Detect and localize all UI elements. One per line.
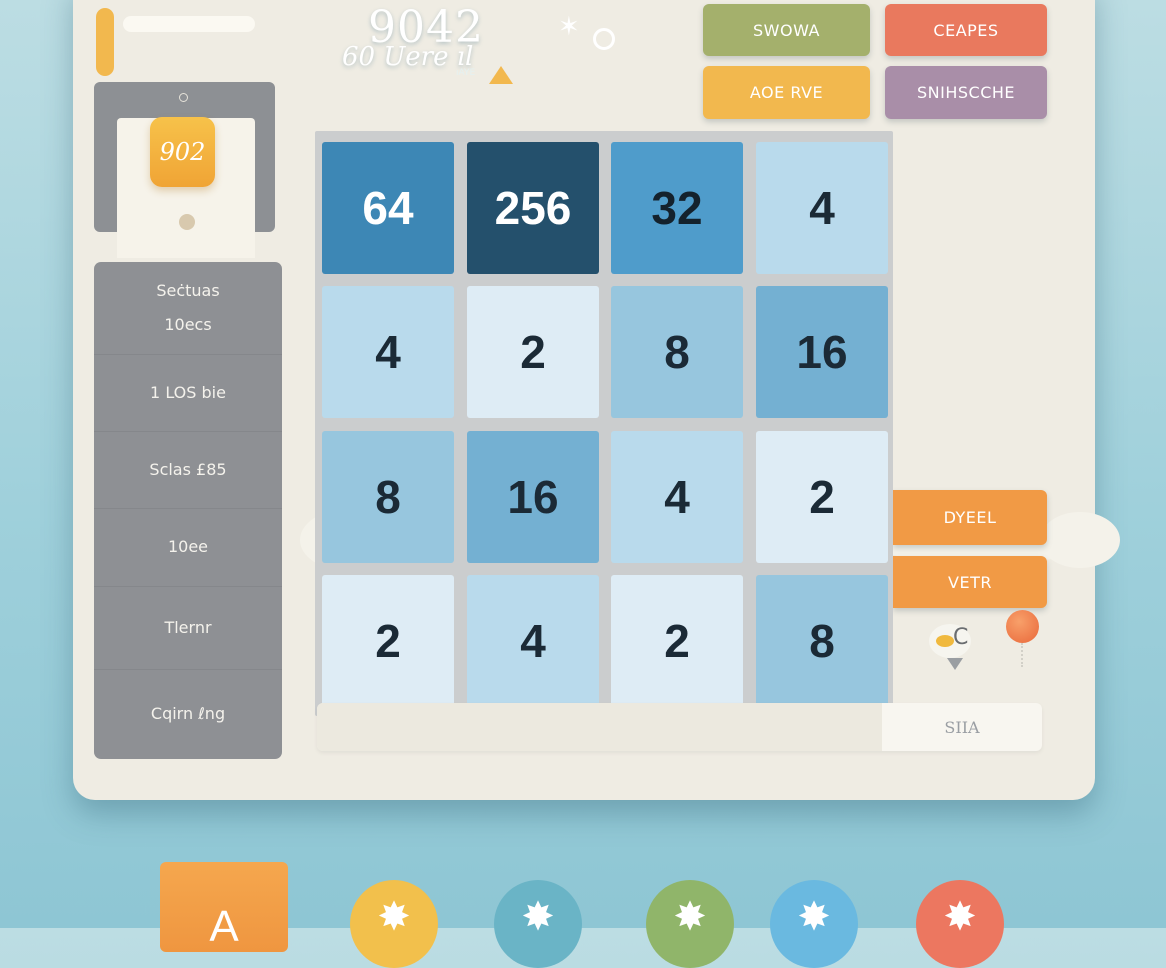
ceapes-button[interactable]: CEAPES: [885, 4, 1047, 56]
pin-icon: [489, 66, 513, 84]
level-indicator: [96, 8, 114, 76]
aoe-rve-button[interactable]: AOE RVE: [703, 66, 870, 119]
tile-256: 256: [467, 142, 599, 274]
star-icon[interactable]: ✸: [350, 880, 438, 968]
star-icon[interactable]: ✸: [646, 880, 734, 968]
input-track: [317, 703, 882, 751]
egg-icon: [936, 635, 954, 647]
tile-8: 8: [756, 575, 888, 707]
triangle-icon: [947, 658, 963, 670]
tile-2: 2: [611, 575, 743, 707]
menu-item-1[interactable]: Seċtuas 10ecs: [94, 262, 282, 355]
menu-item-3[interactable]: Sclas £85: [94, 431, 282, 509]
progress-bar: [123, 16, 255, 32]
game-tagline: ıAYE: [456, 68, 476, 78]
tile-2: 2: [756, 431, 888, 563]
score-badge: 902: [150, 117, 215, 187]
dot-icon: [179, 93, 188, 102]
sparkle-icon: ✶: [558, 12, 580, 42]
menu-item-label: Cqirn ℓng: [150, 704, 226, 723]
menu-item-label: Sclas £85: [149, 459, 227, 479]
dot-icon: [179, 214, 195, 230]
menu-item-label: 10ecs: [164, 315, 212, 334]
vetr-button[interactable]: VETR: [893, 556, 1047, 608]
game-board: 64 256 32 4 4 2 8 16 8 16 4 2 2 4 2 8: [315, 131, 893, 716]
tile-32: 32: [611, 142, 743, 274]
bubble-text: C: [953, 625, 969, 650]
menu-item-label: 10ee: [167, 537, 209, 556]
swowa-button[interactable]: SWOWA: [703, 4, 870, 56]
ring-icon: [593, 28, 615, 50]
menu-item-label: Seċtuas: [156, 281, 220, 300]
dock-button-a[interactable]: A: [160, 862, 288, 952]
tile-2: 2: [322, 575, 454, 707]
menu-item-6[interactable]: Cqirn ℓng: [94, 669, 282, 759]
tile-8: 8: [611, 286, 743, 418]
input-label[interactable]: SIIA: [882, 703, 1042, 751]
tile-4: 4: [322, 286, 454, 418]
dyeel-button[interactable]: DYEEL: [893, 490, 1047, 545]
tile-4: 4: [467, 575, 599, 707]
tile-64: 64: [322, 142, 454, 274]
menu-item-4[interactable]: 10ee: [94, 508, 282, 587]
menu-item-2[interactable]: 1 LOS bie: [94, 354, 282, 432]
balloon-icon[interactable]: [1006, 610, 1039, 643]
balloon-string: [1021, 643, 1025, 667]
side-menu: Seċtuas 10ecs 1 LOS bie Sclas £85 10ee T…: [94, 262, 282, 759]
tile-2: 2: [467, 286, 599, 418]
game-subtitle: 60 Uere ıl: [342, 42, 474, 72]
star-icon[interactable]: ✸: [770, 880, 858, 968]
menu-item-label: Tlernr: [164, 617, 212, 637]
tile-16: 16: [467, 431, 599, 563]
menu-item-label: 1 LOS bie: [150, 382, 226, 402]
tile-4: 4: [611, 431, 743, 563]
tile-8: 8: [322, 431, 454, 563]
star-icon[interactable]: ✸: [494, 880, 582, 968]
star-icon[interactable]: ✸: [916, 880, 1004, 968]
tile-4: 4: [756, 142, 888, 274]
menu-item-5[interactable]: Tlernr: [94, 586, 282, 670]
tile-16: 16: [756, 286, 888, 418]
snihscche-button[interactable]: SNIHSCCHE: [885, 66, 1047, 119]
